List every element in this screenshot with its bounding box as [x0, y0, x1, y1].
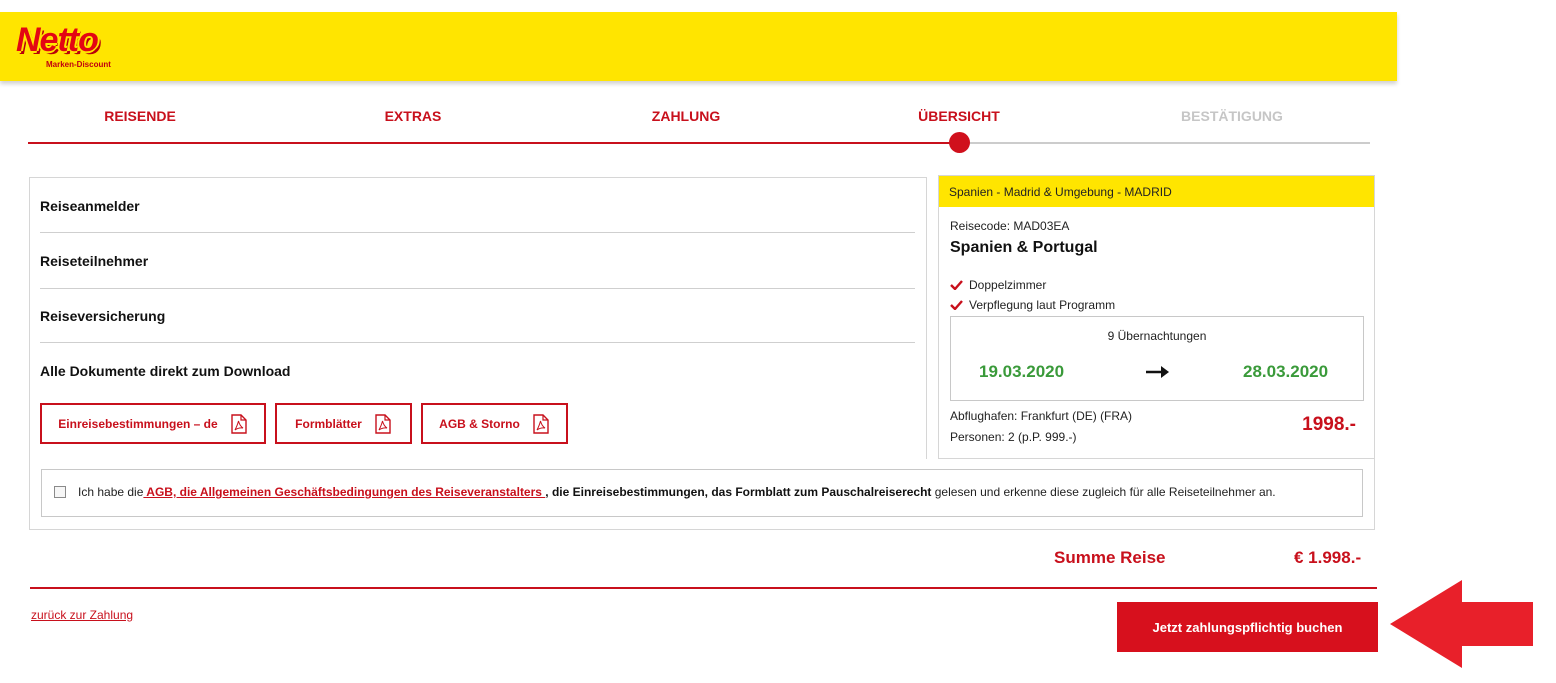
trip-title: Spanien & Portugal [950, 239, 1098, 256]
section-reiseanmelder[interactable]: Reiseanmelder [40, 198, 140, 214]
agb-text-suffix: gelesen und erkenne diese zugleich für a… [931, 485, 1276, 499]
button-label: AGB & Storno [439, 416, 520, 431]
departure-date: 19.03.2020 [979, 362, 1065, 381]
agb-text: Ich habe die AGB, die Allgemeinen Geschä… [78, 485, 1276, 499]
step-zahlung[interactable]: ZAHLUNG [586, 108, 786, 124]
agb-link[interactable]: AGB, die Allgemeinen Geschäftsbedingunge… [143, 485, 545, 499]
progress-line-remaining [960, 142, 1370, 144]
download-agb-storno-button[interactable]: AGB & Storno [421, 403, 568, 444]
trip-summary-card: Spanien - Madrid & Umgebung - MADRID Rei… [938, 175, 1375, 459]
download-einreisebestimmungen-button[interactable]: Einreisebestimmungen – de [40, 403, 266, 444]
step-uebersicht: ÜBERSICHT [918, 108, 1000, 124]
feature-item: Doppelzimmer [950, 278, 1046, 292]
logo-subtitle: Marken-Discount [46, 60, 111, 69]
step-extras[interactable]: EXTRAS [313, 108, 513, 124]
feature-label: Verpflegung laut Programm [969, 298, 1116, 312]
progress-current-dot [949, 132, 970, 153]
agb-text-prefix: Ich habe die [78, 485, 144, 499]
logo-text: Netto [16, 21, 99, 59]
trip-code: Reisecode: MAD03EA [950, 219, 1070, 233]
back-to-payment-link[interactable]: zurück zur Zahlung [31, 608, 133, 622]
nights-count: 9 Übernachtungen [1107, 329, 1207, 343]
site-header: Netto Marken-Discount [0, 12, 1397, 81]
return-date: 28.03.2020 [1243, 362, 1329, 381]
departure-airport: Abflughafen: Frankfurt (DE) (FRA) [950, 409, 1133, 423]
progress-line-completed [28, 142, 960, 144]
divider [40, 232, 915, 233]
agb-checkbox[interactable] [54, 486, 66, 498]
pdf-icon [375, 413, 391, 434]
travel-dates-box: 9 Übernachtungen 19.03.2020 28.03.2020 [950, 316, 1364, 401]
trip-destination: Spanien - Madrid & Umgebung - MADRID [939, 176, 1374, 207]
button-label: Formblätter [295, 416, 362, 431]
persons-info: Personen: 2 (p.P. 999.-) [950, 430, 1077, 444]
section-dokumente: Alle Dokumente direkt zum Download [40, 363, 291, 379]
check-icon [950, 280, 963, 290]
netto-logo[interactable]: Netto Marken-Discount [14, 22, 132, 72]
section-reiseversicherung[interactable]: Reiseversicherung [40, 308, 165, 324]
step-reisende[interactable]: REISENDE [40, 108, 240, 124]
summary-divider [30, 587, 1377, 589]
section-reiseteilnehmer[interactable]: Reiseteilnehmer [40, 253, 148, 269]
download-formblaetter-button[interactable]: Formblätter [275, 403, 412, 444]
button-label: Einreisebestimmungen – de [58, 416, 218, 431]
total-value: € 1.998.- [1294, 548, 1362, 567]
feature-item: Verpflegung laut Programm [950, 298, 1115, 312]
summary-sections: Reiseanmelder Reiseteilnehmer Reiseversi… [29, 177, 927, 459]
check-icon [950, 300, 963, 310]
agb-confirmation: Ich habe die AGB, die Allgemeinen Geschä… [41, 469, 1363, 517]
feature-label: Doppelzimmer [969, 278, 1047, 292]
big-red-arrow-icon [1390, 580, 1533, 668]
arrow-right-icon [1146, 366, 1169, 378]
agb-bold-text: , die Einreisebestimmungen, das Formblat… [545, 485, 932, 499]
step-bestaetigung: BESTÄTIGUNG [1181, 108, 1283, 124]
trip-price: 1998.- [1302, 414, 1356, 435]
book-now-button[interactable]: Jetzt zahlungspflichtig buchen [1117, 602, 1378, 652]
total-label: Summe Reise [1054, 548, 1166, 567]
pdf-icon [230, 413, 247, 434]
booking-progress: REISENDE EXTRAS ZAHLUNG ÜBERSICHT BESTÄT… [28, 100, 1370, 153]
divider [40, 288, 915, 289]
pdf-icon [533, 413, 549, 434]
divider [40, 342, 915, 343]
